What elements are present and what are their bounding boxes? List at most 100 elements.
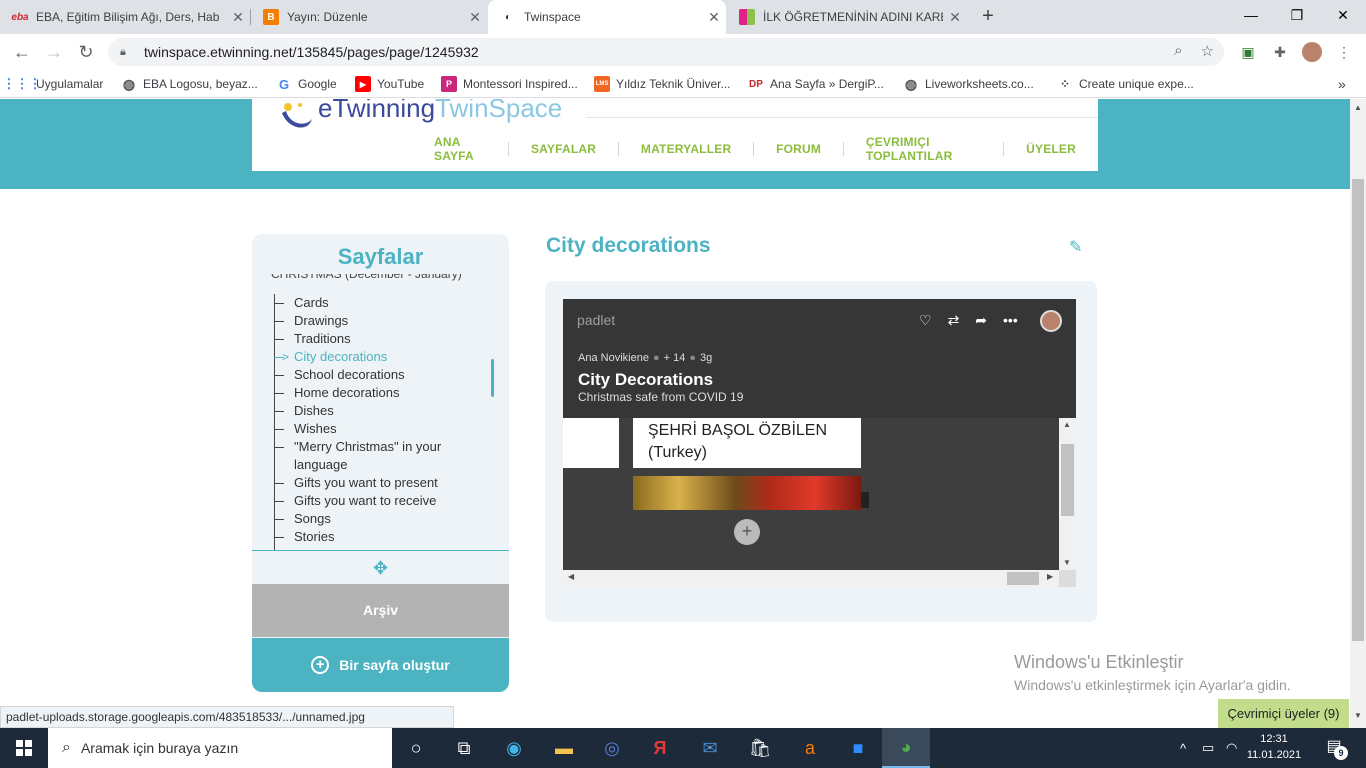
zoom-icon[interactable]: ■ (834, 728, 882, 768)
pencil-icon[interactable]: ✎ (1069, 237, 1082, 257)
padlet-embed[interactable]: padlet ♡ ⇄ ➦ ••• Ana Novikiene ● + 14 ● 3g C… (563, 299, 1076, 587)
padlet-post[interactable] (563, 418, 619, 468)
bookmark-yildiz[interactable]: LMS Yıldız Teknik Üniver... (594, 75, 731, 93)
scroll-down-icon[interactable]: ▼ (1354, 711, 1362, 720)
tab-kare[interactable]: İLK ÖĞRETMENİNİN ADINI KARE ✕ (727, 0, 967, 34)
sidebar-scrollbar[interactable] (491, 359, 494, 397)
nav-sayfalar[interactable]: SAYFALAR (509, 142, 618, 156)
file-explorer-icon[interactable]: ▬ (540, 728, 588, 768)
scroll-left-icon[interactable]: ◀ (568, 572, 574, 581)
add-post-button[interactable]: + (734, 519, 760, 545)
scroll-right-icon[interactable]: ▶ (1047, 572, 1053, 581)
chrome-remote-icon[interactable]: ◎ (588, 728, 636, 768)
taskbar-search[interactable]: ⌕ Aramak için buraya yazın (48, 728, 392, 768)
new-tab-button[interactable]: + (976, 4, 1000, 28)
page-scrollbar[interactable]: ▲ ▼ (1350, 99, 1366, 728)
edge-icon[interactable]: ◉ (490, 728, 538, 768)
archive-button[interactable]: Arşiv (252, 584, 509, 637)
sidebar-item-gifts-receive[interactable]: Gifts you want to receive (274, 492, 484, 510)
bookmark-liveworksheets[interactable]: ◍ Liveworksheets.co... (903, 75, 1034, 93)
maximize-button[interactable]: ❐ (1274, 0, 1320, 30)
chrome-icon[interactable]: ◕ (882, 728, 930, 768)
bookmark-star-icon[interactable]: ☆ (1201, 42, 1214, 60)
start-button[interactable] (0, 728, 48, 768)
forward-button[interactable]: → (42, 40, 66, 64)
back-button[interactable]: ← (10, 40, 34, 64)
sidebar-item-merry-christmas[interactable]: "Merry Christmas" in your language (274, 438, 484, 474)
close-icon[interactable]: ✕ (702, 9, 726, 26)
nav-uyeler[interactable]: ÜYELER (1004, 142, 1098, 156)
tab-twinspace[interactable]: ◐ Twinspace ✕ (488, 0, 726, 34)
sidebar-item-gifts-present[interactable]: Gifts you want to present (274, 474, 484, 492)
sidebar-item-stories[interactable]: Stories (274, 528, 484, 546)
taskbar-clock[interactable]: 12:31 11.01.2021 (1244, 731, 1304, 763)
tab-blogger[interactable]: B Yayın: Düzenle ✕ (251, 0, 487, 34)
profile-avatar[interactable] (1302, 42, 1322, 62)
menu-dots-icon[interactable]: ⋮ (1334, 42, 1354, 62)
nav-ana-sayfa[interactable]: ANA SAYFA (412, 135, 508, 163)
sidebar-item-traditions[interactable]: Traditions (274, 330, 484, 348)
sidebar-item-home-decorations[interactable]: Home decorations (274, 384, 484, 402)
sidebar-item-songs[interactable]: Songs (274, 510, 484, 528)
bookmark-montessori[interactable]: P Montessori Inspired... (441, 75, 578, 93)
scroll-down-icon[interactable]: ▼ (1063, 558, 1071, 567)
scroll-thumb[interactable] (1007, 572, 1039, 585)
sidebar-item-cards[interactable]: Cards (274, 294, 484, 312)
task-view-icon[interactable]: ⧉ (440, 728, 488, 768)
bookmark-dergipark[interactable]: DP Ana Sayfa » DergiP... (748, 75, 884, 93)
sidebar-item-dishes[interactable]: Dishes (274, 402, 484, 420)
address-bar[interactable]: 🔒︎ twinspace.etwinning.net/135845/pages/… (108, 38, 1224, 66)
bookmark-apps[interactable]: ⋮⋮⋮ Uygulamalar (3, 75, 104, 93)
close-window-button[interactable]: ✕ (1320, 0, 1366, 30)
close-icon[interactable]: ✕ (943, 9, 967, 26)
yandex-icon[interactable]: Я (636, 728, 684, 768)
store-icon[interactable]: 🛍︎ (736, 728, 784, 768)
tab-eba[interactable]: eba EBA, Eğitim Bilişim Ağı, Ders, Hab ✕ (0, 0, 250, 34)
move-arrows-icon[interactable]: ✥ (252, 550, 509, 584)
avast-icon[interactable]: a (786, 728, 834, 768)
heart-icon[interactable]: ♡ (919, 312, 932, 329)
puzzle-icon[interactable]: ✚ (1270, 42, 1290, 62)
battery-icon[interactable]: ▭ (1202, 728, 1214, 768)
sidebar-item-school-decorations[interactable]: School decorations (274, 366, 484, 384)
etwinning-logo[interactable]: eTwinningTwinSpace (278, 99, 562, 133)
bookmark-eba-logo[interactable]: ◍ EBA Logosu, beyaz... (121, 75, 258, 93)
close-icon[interactable]: ✕ (226, 9, 250, 26)
create-page-button[interactable]: + Bir sayfa oluştur (252, 638, 509, 692)
nav-cevrimici-toplantilar[interactable]: ÇEVRIMIÇI TOPLANTILAR (844, 135, 1004, 163)
padlet-post[interactable]: ŞEHRİ BAŞOL ÖZBİLEN (Turkey) (633, 418, 861, 468)
sidebar-item-wishes[interactable]: Wishes (274, 420, 484, 438)
nav-materyaller[interactable]: MATERYALLER (619, 142, 753, 156)
mail-icon[interactable]: ✉ (686, 728, 734, 768)
bookmark-create-unique[interactable]: ⁘ Create unique expe... (1057, 75, 1194, 93)
scroll-thumb[interactable] (1352, 179, 1364, 641)
avatar[interactable] (1040, 310, 1062, 332)
padlet-post-image[interactable] (633, 476, 861, 510)
nav-forum[interactable]: FORUM (754, 142, 843, 156)
padlet-logo[interactable]: padlet (577, 312, 615, 328)
online-users-badge[interactable]: Çevrimiçi üyeler (9) (1218, 699, 1349, 728)
bookmark-google[interactable]: G Google (276, 75, 337, 93)
sidebar-parent-item[interactable]: CHRISTMAS (December - January) (271, 274, 462, 282)
reload-button[interactable]: ↻ (74, 40, 98, 64)
extension-icon[interactable]: ▣ (1238, 42, 1258, 62)
zoom-search-icon[interactable]: ⌕ (1174, 42, 1182, 60)
bookmarks-overflow-icon[interactable]: » (1338, 75, 1346, 93)
sidebar-item-city-decorations[interactable]: City decorations (274, 348, 484, 366)
tray-chevron-icon[interactable]: ^ (1180, 728, 1186, 768)
more-icon[interactable]: ••• (1003, 312, 1018, 329)
cortana-icon[interactable]: ○ (392, 728, 440, 768)
scroll-up-icon[interactable]: ▲ (1063, 420, 1071, 429)
bookmark-youtube[interactable]: ▶ YouTube (355, 75, 424, 93)
scroll-up-icon[interactable]: ▲ (1354, 103, 1362, 112)
notification-center-icon[interactable]: ▤ 9 (1322, 736, 1348, 760)
sidebar-item-drawings[interactable]: Drawings (274, 312, 484, 330)
padlet-horizontal-scrollbar[interactable]: ◀ ▶ (563, 570, 1076, 587)
lock-icon[interactable]: 🔒︎ (120, 46, 134, 59)
padlet-vertical-scrollbar[interactable]: ▲ ▼ (1059, 418, 1076, 570)
minimize-button[interactable]: — (1228, 0, 1274, 30)
wifi-icon[interactable]: ◠ (1226, 728, 1237, 768)
close-icon[interactable]: ✕ (463, 9, 487, 26)
scroll-thumb[interactable] (1061, 444, 1074, 516)
share-icon[interactable]: ➦ (975, 312, 987, 329)
